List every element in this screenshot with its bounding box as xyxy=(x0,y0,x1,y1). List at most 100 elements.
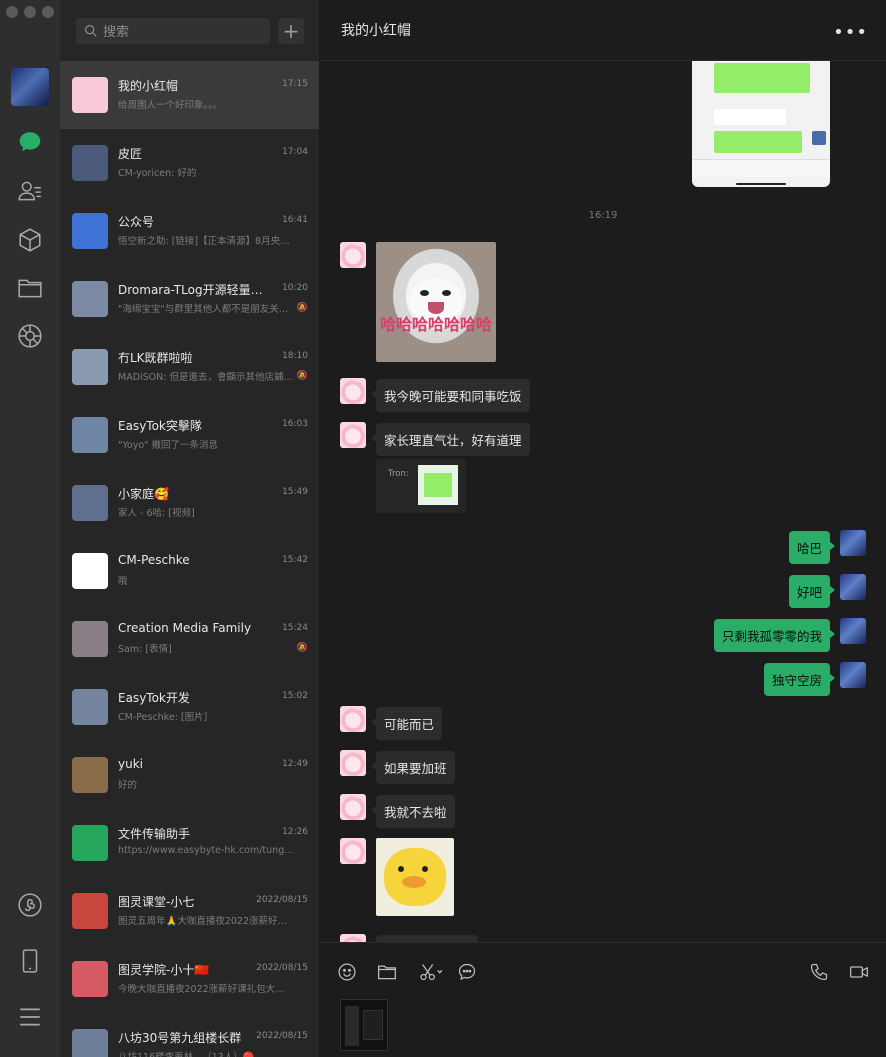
chat-list-item[interactable]: CM-Peschke 15:42 哦 xyxy=(60,537,319,605)
chat-preview: 好的 xyxy=(118,780,138,791)
chat-list-item[interactable]: 我的小红帽 17:15 给周围人一个好印象。。。 xyxy=(60,61,319,129)
chat-list-item[interactable]: EasyTok突擊隊 16:03 "Yoyo" 撤回了一条消息 xyxy=(60,401,319,469)
chat-avatar xyxy=(72,417,108,453)
chat-preview: 给周围人一个好印象。。。 xyxy=(118,100,223,111)
message-bubble-partial[interactable] xyxy=(376,935,478,942)
list-header: 搜索 + xyxy=(60,0,319,61)
message-bubble[interactable]: 哈巴 xyxy=(788,531,836,564)
moments-icon[interactable] xyxy=(14,320,46,352)
search-icon xyxy=(85,25,97,37)
chat-time: 15:02 xyxy=(282,691,308,701)
message-bubble[interactable]: 我今晚可能要和同事吃饭 xyxy=(371,379,530,412)
my-avatar[interactable] xyxy=(11,68,49,106)
close-window-button[interactable] xyxy=(6,6,18,18)
new-chat-button[interactable]: + xyxy=(278,17,304,44)
emoji-icon[interactable] xyxy=(336,961,358,983)
chat-list-item[interactable]: Dromara-TLog开源轻量级日... 10:20 "海绵宝宝"与群里其他人都不… xyxy=(60,265,319,333)
message-bubble[interactable]: 独守空房 xyxy=(763,663,836,696)
phone-icon[interactable] xyxy=(14,945,46,977)
message-bubble[interactable]: 我就不去啦 xyxy=(371,795,455,828)
chat-time: 17:15 xyxy=(282,79,308,89)
chat-preview: CM-Peschke: [图片] xyxy=(118,712,208,723)
chat-name: 图灵课堂-小七 xyxy=(118,895,195,909)
chat-time: 15:24 xyxy=(282,623,308,633)
chat-time: 12:26 xyxy=(282,827,308,837)
phone-call-icon[interactable] xyxy=(808,961,830,983)
menu-icon[interactable] xyxy=(14,1001,46,1033)
chat-preview: 八坊116楼李再林...（13人）🔴 xyxy=(118,1049,294,1057)
chat-list-item[interactable]: 八坊30号第九组楼长群 2022/08/15 八坊116楼李再林...（13人）🔴 xyxy=(60,1013,319,1057)
message-bubble[interactable]: 只剩我孤零零的我 xyxy=(713,619,836,652)
message-bubble[interactable]: 家长理直气壮，好有道理 xyxy=(371,423,530,456)
chat-name: 文件传输助手 xyxy=(118,827,191,841)
message-bubble[interactable]: 可能而已 xyxy=(370,707,443,740)
contact-avatar[interactable] xyxy=(340,934,366,942)
my-message-avatar[interactable] xyxy=(840,618,866,644)
mini-program-icon[interactable] xyxy=(14,889,46,921)
chat-list-item[interactable]: 图灵学院-小十🇨🇳 2022/08/15 今晚大咖直播夜2022涨薪好课礼包大派送—… xyxy=(60,945,319,1013)
chat-list-item[interactable]: Creation Media Family 15:24 Sam: [表情] 🔕 xyxy=(60,605,319,673)
chat-text: EasyTok开发 15:02 CM-Peschke: [图片] xyxy=(118,687,308,727)
chat-avatar xyxy=(72,961,108,997)
chat-avatar xyxy=(72,77,108,113)
chat-time: 16:03 xyxy=(282,419,308,429)
contact-avatar[interactable] xyxy=(340,242,366,268)
message-area[interactable]: 16:19 哈哈哈哈哈哈哈 我今晚可能要和同事吃饭 家长理直气壮，好有道理 Tr… xyxy=(320,61,886,942)
my-message-avatar[interactable] xyxy=(840,574,866,600)
scissors-icon[interactable] xyxy=(416,961,446,983)
contact-avatar[interactable] xyxy=(340,422,366,448)
video-call-icon[interactable] xyxy=(848,961,870,983)
maximize-window-button[interactable] xyxy=(42,6,54,18)
chat-preview: 今晚大咖直播夜2022涨薪好课礼包大派送—... xyxy=(118,984,294,995)
files-icon[interactable] xyxy=(14,272,46,304)
chat-list-item[interactable]: yuki 12:49 好的 xyxy=(60,741,319,809)
favorites-icon[interactable] xyxy=(14,224,46,256)
chat-text: 小家庭🥰 15:49 家人 - 6哈: [视频] xyxy=(118,483,308,523)
contact-avatar[interactable] xyxy=(340,706,366,732)
chat-name: 我的小红帽 xyxy=(118,79,179,93)
more-options-icon[interactable]: ••• xyxy=(833,22,868,43)
folder-icon[interactable] xyxy=(376,961,398,983)
chat-preview: 悟空新之助: [链接]【正本清源】8月央行净... xyxy=(118,236,294,247)
minimize-window-button[interactable] xyxy=(24,6,36,18)
contact-avatar[interactable] xyxy=(340,378,366,404)
cat-sticker-image[interactable]: 哈哈哈哈哈哈哈 xyxy=(376,242,496,362)
chat-time: 18:10 xyxy=(282,351,308,361)
search-input[interactable]: 搜索 xyxy=(76,17,270,44)
chat-name: 皮匠 xyxy=(118,147,143,161)
chat-preview: https://www.easybyte-hk.com/tungshing/#/ xyxy=(118,845,294,856)
contacts-icon[interactable] xyxy=(14,175,46,207)
chat-avatar xyxy=(72,757,108,793)
chat-avatar xyxy=(72,553,108,589)
chat-list-item[interactable]: 小家庭🥰 15:49 家人 - 6哈: [视频] xyxy=(60,469,319,537)
contact-avatar[interactable] xyxy=(340,794,366,820)
screenshot-image-message[interactable] xyxy=(692,61,830,187)
my-message-avatar[interactable] xyxy=(840,530,866,556)
chat-list-item[interactable]: 皮匠 17:04 CM-yoricen: 好的 xyxy=(60,129,319,197)
duck-sticker-image[interactable] xyxy=(376,838,454,916)
chat-time: 15:42 xyxy=(282,555,308,565)
chat-icon[interactable] xyxy=(14,126,46,158)
my-message-avatar[interactable] xyxy=(840,662,866,688)
chat-name: yuki xyxy=(118,757,143,771)
contact-avatar[interactable] xyxy=(340,838,366,864)
chat-list-item[interactable]: 文件传输助手 12:26 https://www.easybyte-hk.com/t… xyxy=(60,809,319,877)
chat-bubble-icon[interactable] xyxy=(456,961,478,983)
chat-list-item[interactable]: 公众号 16:41 悟空新之助: [链接]【正本清源】8月央行净... xyxy=(60,197,319,265)
chat-text: yuki 12:49 好的 xyxy=(118,755,308,795)
chat-name: 八坊30号第九组楼长群 xyxy=(118,1031,242,1045)
chat-time: 16:41 xyxy=(282,215,308,225)
chat-list-item[interactable]: 冇LK既群啦啦 18:10 MADiSON: 但是進去，會顯示其他店鋪... 🔕 xyxy=(60,333,319,401)
chat-text: EasyTok突擊隊 16:03 "Yoyo" 撤回了一条消息 xyxy=(118,415,308,455)
message-bubble[interactable]: 如果要加班 xyxy=(371,751,455,784)
chat-preview: Sam: [表情] xyxy=(118,644,172,655)
chat-list-item[interactable]: 图灵课堂-小七 2022/08/15 图灵五周年🙏大咖直播夜2022涨薪好课礼... xyxy=(60,877,319,945)
message-bubble[interactable]: 好吧 xyxy=(788,575,836,608)
contact-avatar[interactable] xyxy=(340,750,366,776)
chat-text: 冇LK既群啦啦 18:10 MADiSON: 但是進去，會顯示其他店鋪... 🔕 xyxy=(118,347,308,387)
chat-preview: 家人 - 6哈: [视频] xyxy=(118,508,195,519)
quoted-message[interactable]: Tron: xyxy=(376,459,466,513)
chat-name: CM-Peschke xyxy=(118,553,190,567)
pending-attachment-thumbnail[interactable] xyxy=(340,999,388,1051)
chat-list-item[interactable]: EasyTok开发 15:02 CM-Peschke: [图片] xyxy=(60,673,319,741)
